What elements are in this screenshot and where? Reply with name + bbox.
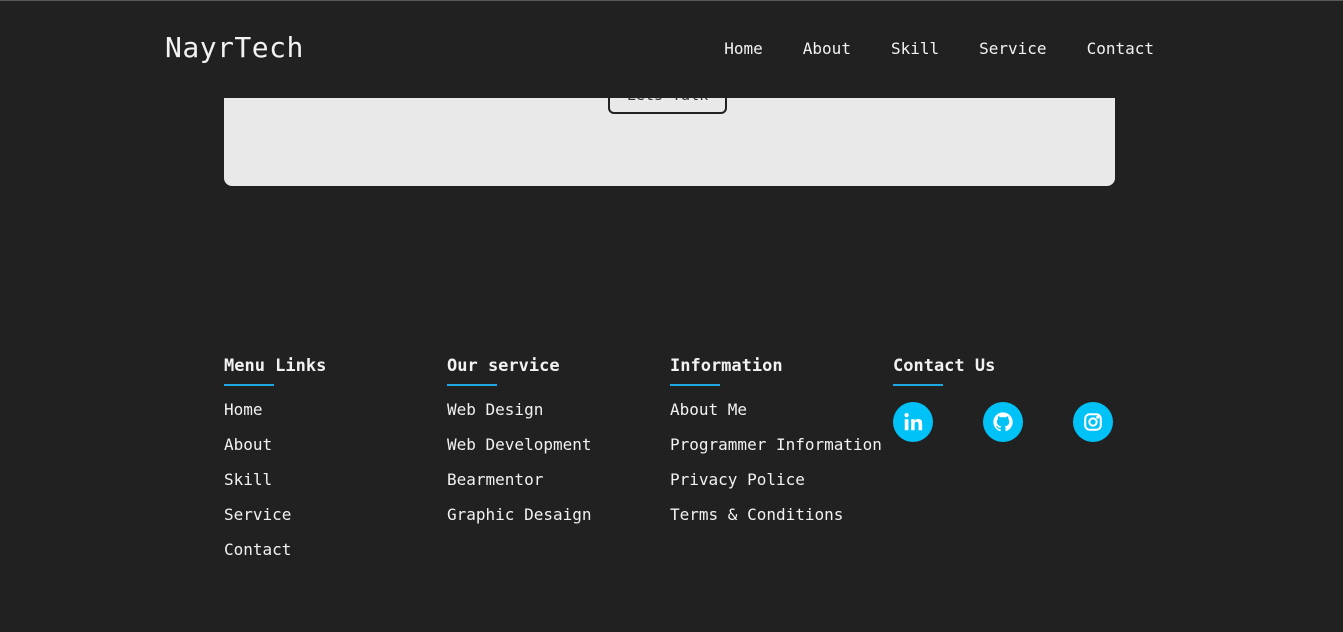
site-header: NayrTech Home About Skill Service Contac… (0, 1, 1343, 98)
site-footer: Menu Links Home About Skill Service Cont… (224, 356, 1124, 575)
footer-link-skill[interactable]: Skill (224, 470, 272, 489)
footer-link-about-me[interactable]: About Me (670, 400, 747, 419)
footer-link-graphic-design[interactable]: Graphic Desaign (447, 505, 592, 524)
footer-link-home[interactable]: Home (224, 400, 263, 419)
footer-link-list: Web Design Web Development Bearmentor Gr… (447, 400, 670, 540)
nav-skill[interactable]: Skill (891, 39, 939, 58)
footer-link-terms-conditions[interactable]: Terms & Conditions (670, 505, 843, 524)
main-nav: Home About Skill Service Contact (724, 39, 1154, 58)
footer-link-list: About Me Programmer Information Privacy … (670, 400, 893, 540)
footer-link-privacy-policy[interactable]: Privacy Police (670, 470, 805, 489)
footer-link-bearmentor[interactable]: Bearmentor (447, 470, 543, 489)
footer-link-list: Home About Skill Service Contact (224, 400, 447, 575)
instagram-icon[interactable] (1073, 402, 1113, 442)
footer-column-information: Information About Me Programmer Informat… (670, 356, 893, 575)
brand-logo[interactable]: NayrTech (165, 31, 304, 64)
footer-column-title: Our service (447, 356, 560, 376)
title-underline (224, 384, 274, 386)
footer-column-contact-us: Contact Us (893, 356, 1116, 575)
github-icon[interactable] (983, 402, 1023, 442)
title-underline (670, 384, 720, 386)
nav-service[interactable]: Service (979, 39, 1046, 58)
footer-link-programmer-information[interactable]: Programmer Information (670, 435, 882, 454)
nav-home[interactable]: Home (724, 39, 763, 58)
nav-about[interactable]: About (803, 39, 851, 58)
footer-link-contact[interactable]: Contact (224, 540, 291, 559)
footer-column-title: Menu Links (224, 356, 327, 376)
footer-column-title: Contact Us (893, 356, 996, 376)
footer-link-service[interactable]: Service (224, 505, 291, 524)
footer-column-our-service: Our service Web Design Web Development B… (447, 356, 670, 575)
social-links (893, 402, 1116, 442)
footer-link-web-design[interactable]: Web Design (447, 400, 543, 419)
footer-column-title: Information (670, 356, 783, 376)
footer-link-web-development[interactable]: Web Development (447, 435, 592, 454)
title-underline (447, 384, 497, 386)
nav-contact[interactable]: Contact (1087, 39, 1154, 58)
linkedin-icon[interactable] (893, 402, 933, 442)
footer-column-menu-links: Menu Links Home About Skill Service Cont… (224, 356, 447, 575)
title-underline (893, 384, 943, 386)
footer-link-about[interactable]: About (224, 435, 272, 454)
